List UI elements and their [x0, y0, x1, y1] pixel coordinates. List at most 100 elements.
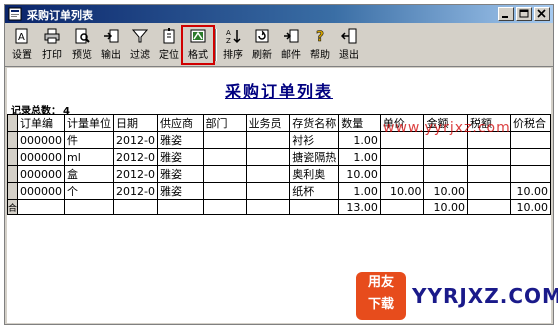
table-cell[interactable]	[157, 199, 204, 215]
table-cell[interactable]: 雅姿	[157, 165, 204, 183]
table-cell[interactable]	[245, 148, 291, 166]
table-cell[interactable]	[379, 165, 425, 183]
help-button[interactable]: ? 帮助	[305, 27, 335, 63]
minimize-button[interactable]	[498, 7, 514, 21]
table-cell[interactable]: 件	[64, 131, 115, 149]
row-header[interactable]	[6, 131, 19, 149]
column-header[interactable]: 价税合	[510, 114, 551, 132]
table-cell[interactable]: 10.00	[423, 182, 469, 200]
svg-text:Z: Z	[226, 37, 231, 44]
export-button[interactable]: 输出	[96, 27, 126, 63]
table-cell[interactable]: 000000	[17, 165, 66, 183]
table-cell[interactable]	[113, 199, 158, 215]
svg-text:?: ?	[316, 29, 324, 44]
mail-button[interactable]: 邮件	[276, 27, 306, 63]
site-watermark: www.yyrjxz.com	[383, 120, 511, 136]
locate-button[interactable]: 定位	[154, 27, 184, 63]
table-cell[interactable]: 10.00	[379, 182, 425, 200]
table-cell[interactable]	[202, 199, 247, 215]
column-header[interactable]: 日期	[113, 114, 158, 132]
table-cell[interactable]	[245, 182, 291, 200]
format-button[interactable]: 格式	[181, 25, 215, 65]
table-cell[interactable]	[202, 165, 247, 183]
logo-badge: 用友 下载	[356, 272, 406, 320]
table-cell[interactable]	[245, 131, 291, 149]
table-cell[interactable]: 纸杯	[289, 182, 340, 200]
table-cell[interactable]: ml	[64, 148, 115, 166]
table-cell[interactable]: 2012-0	[113, 148, 158, 166]
column-header[interactable]: 数量	[338, 114, 381, 132]
table-cell[interactable]	[289, 199, 340, 215]
column-header[interactable]: 计量单位	[64, 114, 115, 132]
table-cell[interactable]	[202, 131, 247, 149]
table-cell[interactable]	[467, 148, 512, 166]
title-bar[interactable]: 采购订单列表	[5, 5, 553, 23]
table-cell[interactable]	[17, 199, 66, 215]
table-cell[interactable]: 雅姿	[157, 131, 204, 149]
locate-icon	[163, 28, 175, 44]
table-cell[interactable]: 1.00	[338, 131, 381, 149]
table-cell[interactable]	[202, 182, 247, 200]
table-cell[interactable]: 奥利奥	[289, 165, 340, 183]
column-header[interactable]: 供应商	[157, 114, 204, 132]
total-row[interactable]: 合 13.00 10.00 10.00	[6, 199, 551, 215]
table-cell[interactable]: 000000	[17, 148, 66, 166]
column-header[interactable]: 订单编	[17, 114, 66, 132]
table-cell[interactable]	[64, 199, 115, 215]
help-icon: ?	[316, 29, 325, 44]
preview-button[interactable]: 预览	[67, 27, 97, 63]
table-cell[interactable]	[510, 148, 551, 166]
table-cell[interactable]: 2012-0	[113, 165, 158, 183]
table-cell[interactable]: 2012-0	[113, 131, 158, 149]
exit-icon	[341, 28, 357, 44]
table-cell[interactable]	[467, 199, 512, 215]
table-cell[interactable]	[467, 165, 512, 183]
table-cell[interactable]	[423, 148, 469, 166]
close-icon	[537, 9, 546, 18]
filter-button[interactable]: 过滤	[125, 27, 155, 63]
table-cell[interactable]: 个	[64, 182, 115, 200]
sort-button[interactable]: AZ 排序	[218, 27, 248, 63]
table-cell[interactable]: 衬衫	[289, 131, 340, 149]
table-cell[interactable]: 盒	[64, 165, 115, 183]
refresh-button[interactable]: 刷新	[247, 27, 277, 63]
row-header[interactable]	[6, 165, 19, 183]
row-header[interactable]	[6, 148, 19, 166]
column-header[interactable]: 存货名称	[289, 114, 340, 132]
close-button[interactable]	[534, 7, 550, 21]
table-cell[interactable]	[245, 199, 291, 215]
table-cell[interactable]: 1.00	[338, 182, 381, 200]
table-cell[interactable]	[510, 131, 551, 149]
row-header[interactable]	[6, 182, 19, 200]
table-cell[interactable]: 13.00	[338, 199, 381, 215]
export-icon	[104, 29, 119, 43]
table-row[interactable]: 000000 ml 2012-0 雅姿 搪瓷隔热 1.00	[6, 148, 551, 166]
table-cell[interactable]: 000000	[17, 131, 66, 149]
exit-button[interactable]: 退出	[334, 27, 364, 63]
table-cell[interactable]: 雅姿	[157, 148, 204, 166]
table-cell[interactable]	[379, 199, 425, 215]
table-cell[interactable]: 10.00	[423, 199, 469, 215]
table-cell[interactable]: 雅姿	[157, 182, 204, 200]
table-row[interactable]: 000000 盒 2012-0 雅姿 奥利奥 10.00	[6, 165, 551, 183]
table-cell[interactable]	[379, 148, 425, 166]
table-row[interactable]: 000000 个 2012-0 雅姿 纸杯 1.00 10.00 10.00 1…	[6, 182, 551, 200]
column-header[interactable]: 业务员	[245, 114, 291, 132]
table-cell[interactable]: 搪瓷隔热	[289, 148, 340, 166]
maximize-button[interactable]	[516, 7, 532, 21]
table-cell[interactable]: 000000	[17, 182, 66, 200]
table-cell[interactable]: 10.00	[510, 182, 551, 200]
column-header[interactable]: 部门	[202, 114, 247, 132]
table-cell[interactable]	[423, 165, 469, 183]
table-cell[interactable]: 10.00	[510, 199, 551, 215]
table-cell[interactable]	[467, 182, 512, 200]
table-cell[interactable]: 10.00	[338, 165, 381, 183]
print-button[interactable]: 打印	[37, 27, 67, 63]
table-cell[interactable]: 1.00	[338, 148, 381, 166]
table-cell[interactable]	[202, 148, 247, 166]
settings-button[interactable]: A 设置	[7, 27, 37, 63]
table-cell[interactable]	[510, 165, 551, 183]
settings-icon: A	[15, 28, 28, 44]
table-cell[interactable]: 2012-0	[113, 182, 158, 200]
table-cell[interactable]	[245, 165, 291, 183]
